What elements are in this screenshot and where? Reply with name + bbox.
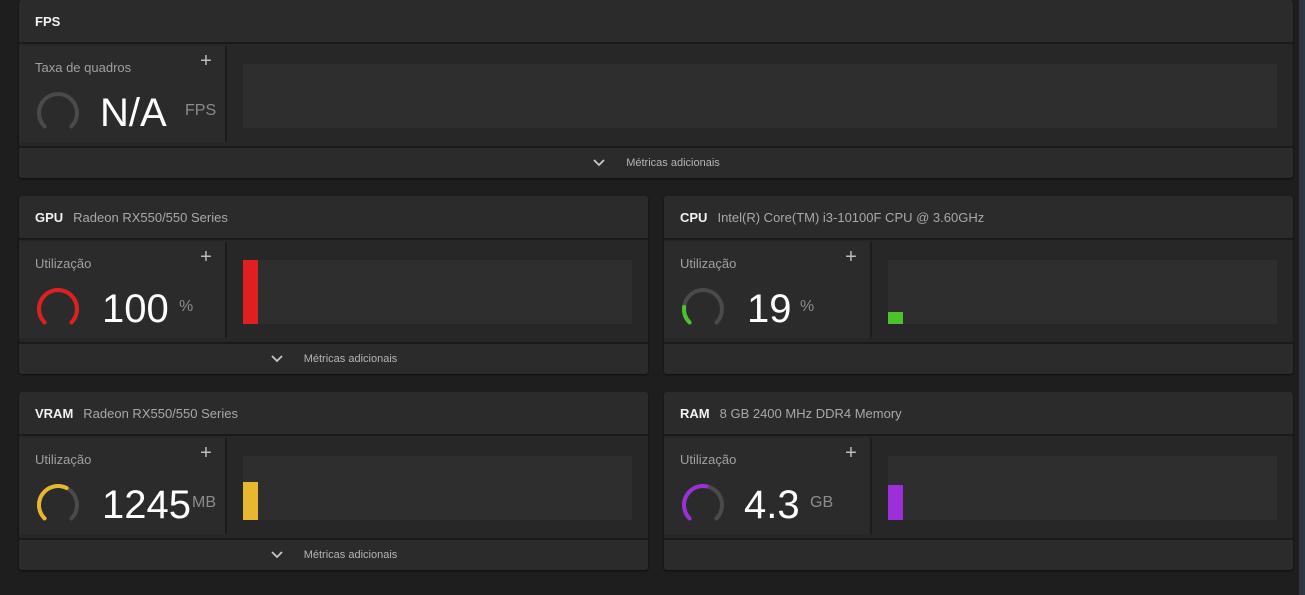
gpu-metric-card[interactable]: Utilização + 100 %: [19, 242, 227, 338]
gpu-panel-footer: Métricas adicionais: [19, 342, 648, 374]
ram-panel-title: RAM: [680, 405, 710, 421]
gpu-additional-metrics-button[interactable]: Métricas adicionais: [270, 352, 398, 366]
chevron-down-icon: [271, 551, 283, 559]
plus-icon[interactable]: +: [842, 247, 860, 267]
cpu-metric-value: 19: [747, 287, 792, 331]
vram-panel-title: VRAM: [35, 405, 74, 421]
vram-panel-subtitle: Radeon RX550/550 Series: [83, 405, 238, 421]
cpu-panel-header: CPU Intel(R) Core(TM) i3-10100F CPU @ 3.…: [664, 196, 1293, 240]
fps-metric-unit: FPS: [185, 102, 217, 119]
ram-graph-bar: [888, 485, 903, 520]
vram-panel-header: VRAM Radeon RX550/550 Series: [19, 392, 648, 436]
cpu-metric-unit: %: [800, 298, 815, 315]
cpu-panel-footer: [664, 342, 1293, 374]
fps-panel: FPS Taxa de quadros + N/A FPS Métricas a…: [19, 0, 1293, 178]
ram-metric-value: 4.3: [744, 483, 800, 527]
gpu-panel-subtitle: Radeon RX550/550 Series: [73, 209, 228, 225]
vram-gauge: [37, 484, 79, 521]
vram-metric-value: 1245: [102, 483, 191, 527]
cpu-gauge-track: [682, 288, 724, 325]
fps-additional-metrics-button[interactable]: Métricas adicionais: [592, 156, 720, 170]
ram-gauge: [682, 484, 724, 521]
vram-additional-metrics-button[interactable]: Métricas adicionais: [270, 548, 398, 562]
gpu-graph: [243, 260, 632, 324]
ram-panel: RAM 8 GB 2400 MHz DDR4 Memory Utilização…: [664, 392, 1293, 570]
vram-additional-metrics-label: Métricas adicionais: [303, 549, 398, 561]
fps-panel-footer: Métricas adicionais: [19, 146, 1293, 178]
plus-icon[interactable]: +: [197, 443, 215, 463]
fps-gauge: [37, 92, 79, 129]
cpu-panel: CPU Intel(R) Core(TM) i3-10100F CPU @ 3.…: [664, 196, 1293, 374]
plus-icon[interactable]: +: [197, 247, 215, 267]
window-edge: [1299, 0, 1305, 595]
fps-panel-header: FPS: [19, 0, 1293, 44]
vram-panel: VRAM Radeon RX550/550 Series Utilização …: [19, 392, 648, 570]
gpu-metric-unit: %: [179, 298, 194, 315]
ram-metric-unit: GB: [810, 494, 834, 511]
gpu-metric-value: 100: [102, 287, 169, 331]
ram-panel-subtitle: 8 GB 2400 MHz DDR4 Memory: [719, 405, 902, 421]
fps-graph: [243, 64, 1277, 128]
fps-metric-value: N/A: [100, 91, 167, 135]
cpu-panel-subtitle: Intel(R) Core(TM) i3-10100F CPU @ 3.60GH…: [717, 209, 985, 225]
gpu-panel-title: GPU: [35, 209, 64, 225]
ram-panel-footer: [664, 538, 1293, 570]
ram-panel-header: RAM 8 GB 2400 MHz DDR4 Memory: [664, 392, 1293, 436]
fps-metric-card[interactable]: Taxa de quadros + N/A FPS: [19, 46, 227, 142]
vram-graph: [243, 456, 632, 520]
chevron-down-icon: [593, 159, 605, 167]
vram-metric-label: Utilização: [35, 452, 92, 467]
gpu-gauge-fill: [37, 288, 79, 325]
cpu-gauge-fill: [682, 304, 692, 325]
ram-metric-card[interactable]: Utilização + 4.3 GB: [664, 438, 872, 534]
plus-icon[interactable]: +: [197, 51, 215, 71]
ram-gauge-fill: [682, 484, 709, 521]
vram-graph-bar: [243, 481, 258, 520]
vram-metric-unit: MB: [192, 494, 216, 511]
fps-panel-title: FPS: [35, 13, 61, 29]
cpu-panel-title: CPU: [680, 209, 708, 225]
gpu-metric-label: Utilização: [35, 256, 92, 271]
gpu-graph-bar: [243, 260, 258, 324]
performance-overlay: FPS Taxa de quadros + N/A FPS Métricas a…: [0, 0, 1305, 595]
chevron-down-icon: [271, 355, 283, 363]
cpu-gauge: [682, 288, 724, 325]
fps-metric-label: Taxa de quadros: [35, 60, 132, 75]
vram-metric-card[interactable]: Utilização + 1245 MB: [19, 438, 227, 534]
gpu-additional-metrics-label: Métricas adicionais: [303, 353, 398, 365]
vram-panel-footer: Métricas adicionais: [19, 538, 648, 570]
plus-icon[interactable]: +: [842, 443, 860, 463]
cpu-metric-label: Utilização: [680, 256, 737, 271]
cpu-metric-card[interactable]: Utilização + 19 %: [664, 242, 872, 338]
gpu-panel: GPU Radeon RX550/550 Series Utilização +…: [19, 196, 648, 374]
fps-additional-metrics-label: Métricas adicionais: [626, 157, 720, 169]
gpu-panel-header: GPU Radeon RX550/550 Series: [19, 196, 648, 240]
fps-gauge-track: [37, 92, 79, 129]
ram-graph: [888, 456, 1277, 520]
cpu-graph: [888, 260, 1277, 324]
gpu-gauge: [37, 288, 79, 325]
cpu-graph-bar: [888, 311, 903, 324]
vram-gauge-fill: [37, 484, 69, 521]
ram-metric-label: Utilização: [680, 452, 737, 467]
